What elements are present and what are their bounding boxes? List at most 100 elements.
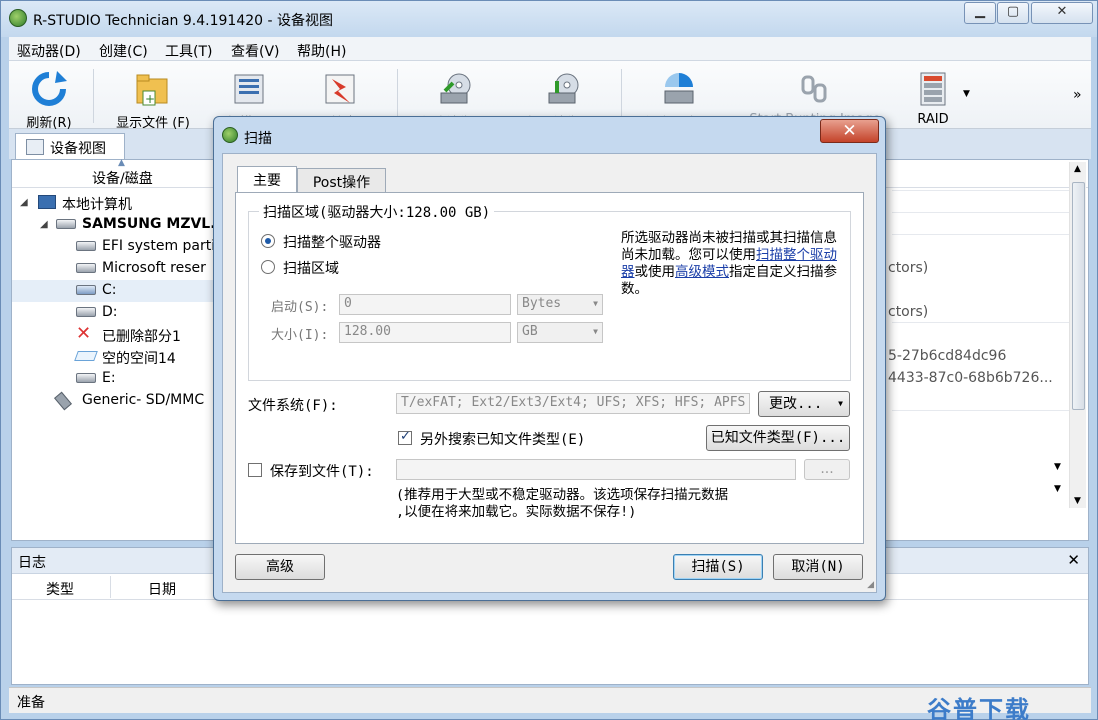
- close-button[interactable]: ✕: [1031, 2, 1093, 24]
- save-to-file-checkbox[interactable]: [248, 463, 262, 477]
- tree-row-microsoft-reserved[interactable]: Microsoft reser: [12, 258, 222, 280]
- size-unit-value: GB: [522, 324, 538, 339]
- tree-row-deleted-part[interactable]: ✕ 已删除部分1: [12, 323, 222, 346]
- save-to-file-label[interactable]: 保存到文件(T):: [270, 461, 374, 481]
- change-button-label: 更改...: [769, 396, 823, 412]
- save-note-line-2: ,以便在将来加载它。实际数据不保存!): [396, 504, 637, 520]
- scroll-up-icon[interactable]: ▲: [1074, 164, 1081, 174]
- folder-files-icon: +: [136, 74, 168, 106]
- sector-info-text: ctors): [888, 260, 929, 276]
- file-system-label: 文件系统(F):: [248, 398, 338, 414]
- tree-row-label: SAMSUNG MZVL...: [82, 216, 227, 232]
- tree-row-drive-e[interactable]: E:: [12, 368, 222, 390]
- extra-search-checkbox[interactable]: [398, 429, 412, 445]
- dropdown-arrow-icon[interactable]: ▼: [1054, 462, 1061, 472]
- tree-row-samsung[interactable]: ◢ SAMSUNG MZVL...: [12, 214, 226, 236]
- minimize-button[interactable]: ▁: [964, 2, 996, 24]
- dropdown-arrow-icon[interactable]: ▼: [1054, 484, 1061, 494]
- tree-row-local-computer[interactable]: ◢ 本地计算机: [12, 192, 222, 214]
- scroll-down-icon[interactable]: ▼: [1074, 496, 1081, 506]
- refresh-button[interactable]: 刷新(R): [13, 65, 85, 131]
- menu-help[interactable]: 帮助(H): [297, 41, 346, 61]
- log-column-date[interactable]: 日期: [148, 579, 176, 599]
- tree-row-generic-sd[interactable]: Generic- SD/MMC: [12, 390, 222, 412]
- known-file-types-button[interactable]: 已知文件类型(F)...: [706, 425, 850, 451]
- menu-view[interactable]: 查看(V): [231, 41, 280, 61]
- collapse-icon[interactable]: ◢: [20, 197, 28, 208]
- browse-button[interactable]: ...: [804, 459, 850, 480]
- tab-device-view[interactable]: 设备视图: [15, 133, 125, 159]
- window-title: R-STUDIO Technician 9.4.191420 - 设备视图: [33, 13, 333, 29]
- tab-main[interactable]: 主要: [237, 166, 297, 192]
- column-device-disk[interactable]: 设备/磁盘: [92, 168, 153, 188]
- sort-arrow-icon: ▲: [118, 158, 125, 168]
- row-divider: [892, 190, 1072, 191]
- advanced-mode-link[interactable]: 高级模式: [675, 264, 729, 280]
- scan-dialog: 扫描 ✕ 主要 Post操作 扫描区域(驱动器大小:128.00 GB) 扫描整…: [213, 116, 886, 601]
- dialog-close-button[interactable]: ✕: [820, 119, 879, 143]
- partition-search-icon: [325, 74, 355, 104]
- column-divider: [110, 576, 111, 598]
- resize-grip-icon[interactable]: ◢: [867, 580, 874, 590]
- raid-button[interactable]: RAID: [903, 65, 963, 127]
- computer-icon: [38, 195, 56, 209]
- scan-icon: [234, 74, 264, 104]
- raid-dropdown-icon[interactable]: ▼: [963, 89, 970, 99]
- menu-drive[interactable]: 驱动器(D): [17, 41, 81, 61]
- size-unit-select[interactable]: GB ▼: [517, 322, 603, 343]
- row-divider: [892, 410, 1072, 411]
- scan-area-group: 扫描区域(驱动器大小:128.00 GB) 扫描整个驱动器 扫描区域 启动(S)…: [248, 202, 851, 381]
- start-unit-select[interactable]: Bytes ▼: [517, 294, 603, 315]
- scan-whole-drive-radio[interactable]: [261, 234, 275, 248]
- size-input[interactable]: 128.00: [339, 322, 511, 343]
- log-column-type[interactable]: 类型: [46, 579, 74, 599]
- tree-row-empty-space[interactable]: 空的空间14: [12, 346, 222, 368]
- change-button[interactable]: 更改... ▼: [758, 391, 850, 417]
- link-chain-icon: [801, 75, 827, 103]
- toolbar-separator: [397, 69, 398, 123]
- show-files-button[interactable]: + 显示文件 (F): [103, 65, 203, 131]
- partition-icon: [76, 285, 96, 295]
- tree-row-drive-c[interactable]: C:: [12, 280, 222, 302]
- extra-search-label[interactable]: 另外搜索已知文件类型(E): [420, 429, 585, 449]
- advanced-button[interactable]: 高级: [235, 554, 325, 580]
- tab-post-actions[interactable]: Post操作: [297, 168, 386, 192]
- scan-button[interactable]: 扫描(S): [673, 554, 763, 580]
- tree-row-label: E:: [102, 370, 116, 386]
- partition-icon: [76, 241, 96, 251]
- toolbar-separator: [621, 69, 622, 123]
- status-bar: 准备 谷普下载: [9, 687, 1091, 720]
- sector-info-text: ctors): [888, 304, 929, 320]
- scan-whole-drive-label[interactable]: 扫描整个驱动器: [283, 232, 381, 252]
- dialog-app-icon: [222, 127, 238, 143]
- app-logo-icon: [9, 9, 27, 27]
- create-region-icon: [664, 73, 694, 104]
- file-system-field[interactable]: T/exFAT; Ext2/Ext3/Ext4; UFS; XFS; HFS; …: [396, 393, 750, 414]
- tree-row-drive-d[interactable]: D:: [12, 302, 222, 324]
- tree-row-efi[interactable]: EFI system parti: [12, 236, 222, 258]
- scan-info-text: 所选驱动器尚未被扫描或其扫描信息尚未加载。您可以使用扫描整个驱动器或使用高级模式…: [621, 230, 841, 298]
- scan-region-radio[interactable]: [261, 260, 275, 274]
- menu-create[interactable]: 创建(C): [99, 41, 148, 61]
- row-divider: [892, 322, 1072, 323]
- maximize-button[interactable]: ▢: [997, 2, 1029, 24]
- chevron-down-icon: ▼: [593, 327, 598, 336]
- start-unit-value: Bytes: [522, 296, 562, 311]
- title-bar: R-STUDIO Technician 9.4.191420 - 设备视图 ▁ …: [1, 1, 1097, 37]
- dialog-title: 扫描: [244, 131, 272, 147]
- collapse-icon[interactable]: ◢: [40, 219, 48, 230]
- save-to-file-input[interactable]: [396, 459, 796, 480]
- scrollbar-thumb[interactable]: [1072, 182, 1085, 410]
- tab-main-label: 主要: [253, 173, 281, 189]
- log-close-icon[interactable]: ✕: [1067, 551, 1080, 569]
- watermark-logo: 谷普下载: [927, 696, 1031, 720]
- dialog-body: 主要 Post操作 扫描区域(驱动器大小:128.00 GB) 扫描整个驱动器 …: [222, 153, 877, 593]
- vertical-scrollbar[interactable]: ▲ ▼: [1069, 162, 1086, 508]
- cancel-button[interactable]: 取消(N): [773, 554, 863, 580]
- toolbar-overflow-button[interactable]: »: [1073, 87, 1082, 103]
- start-input[interactable]: 0: [339, 294, 511, 315]
- partition-icon: [76, 373, 96, 383]
- scan-region-label[interactable]: 扫描区域: [283, 258, 339, 278]
- tree-row-label: 空的空间14: [102, 351, 176, 367]
- menu-tools[interactable]: 工具(T): [165, 41, 212, 61]
